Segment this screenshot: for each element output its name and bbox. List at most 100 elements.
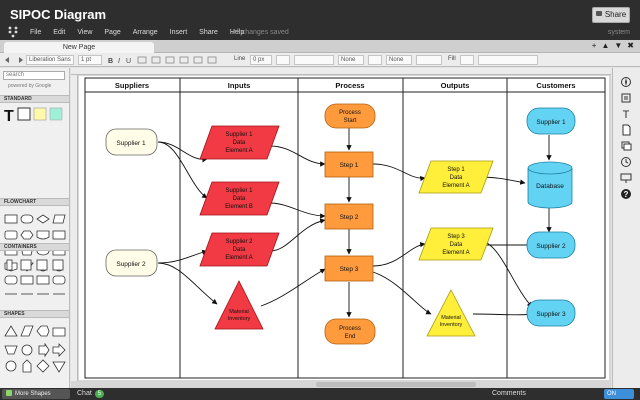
output-1-shape[interactable]: Step 1 Data Element A <box>418 160 494 194</box>
text-format-buttons[interactable]: B I U <box>106 56 226 64</box>
top-bar: SIPOC Diagram Share File Edit View Page … <box>0 0 640 40</box>
line-arrow-select[interactable] <box>368 55 382 65</box>
output-2-shape[interactable]: Step 3 Data Element A <box>418 227 494 261</box>
input-1-line-1: Supplier 1 <box>225 132 253 138</box>
share-label: Share <box>604 10 627 19</box>
output-3-line-2: Inventory <box>440 322 463 328</box>
supplier-2-shape[interactable]: Supplier 2 <box>105 249 158 277</box>
input-2-line-2: Data <box>233 196 246 202</box>
input-1-line-2: Data <box>233 140 246 146</box>
shape-search-input[interactable]: search <box>3 71 65 80</box>
text-icon[interactable]: T <box>619 108 633 120</box>
format-toolbar: Liberation Sans 1 pt B I U Line 0 px Non… <box>0 53 640 67</box>
fill-color-swatch[interactable] <box>460 55 474 65</box>
customer-2-label: Supplier 2 <box>536 243 566 250</box>
line-color-swatch[interactable] <box>276 55 290 65</box>
customer-1-shape[interactable]: Supplier 1 <box>526 107 576 135</box>
header-inputs: Inputs <box>228 81 251 90</box>
process-start-shape[interactable]: Process Start <box>324 103 376 129</box>
undo-redo-icons[interactable] <box>4 56 24 64</box>
menu-bar: File Edit View Page Arrange Insert Share… <box>0 26 640 40</box>
process-start-line-2: Start <box>344 118 357 124</box>
menu-edit[interactable]: Edit <box>53 29 65 36</box>
customer-3-shape[interactable]: Supplier 3 <box>526 299 576 327</box>
help-icon[interactable]: ? <box>619 188 633 200</box>
tab-down-icon[interactable]: ▼ <box>614 41 622 50</box>
input-3-line-1: Supplier 2 <box>225 239 253 245</box>
supplier-2-label: Supplier 2 <box>116 261 146 268</box>
history-icon[interactable] <box>619 156 633 168</box>
output-2-line-3: Element A <box>442 250 469 256</box>
menu-insert[interactable]: Insert <box>170 29 188 36</box>
share-button[interactable]: Share <box>592 7 630 23</box>
chat-button[interactable]: Chat 5 <box>77 389 105 399</box>
logo-icon[interactable] <box>8 26 18 38</box>
layers-icon[interactable] <box>619 140 633 152</box>
process-end-shape[interactable]: Process End <box>324 318 376 345</box>
comments-toggle[interactable]: ON <box>604 389 634 399</box>
top-ruler <box>71 68 611 75</box>
user-name[interactable]: system <box>608 29 630 36</box>
page-icon[interactable] <box>619 124 633 136</box>
input-3-shape[interactable]: Supplier 2 Data Element A <box>199 232 280 267</box>
menu-file[interactable]: File <box>30 29 41 36</box>
font-size-select[interactable]: 1 pt <box>78 55 102 65</box>
add-page-button[interactable]: + <box>592 41 597 50</box>
format-icon[interactable] <box>619 92 633 104</box>
more-shapes-button[interactable]: More Shapes <box>2 389 70 399</box>
step-1-shape[interactable]: Step 1 <box>324 151 374 178</box>
right-tool-strip: T ? <box>612 68 640 388</box>
menu-view[interactable]: View <box>77 29 92 36</box>
database-label: Database <box>536 183 564 190</box>
compass-icon[interactable] <box>619 76 633 88</box>
customer-2-shape[interactable]: Supplier 2 <box>526 231 576 259</box>
input-2-shape[interactable]: Supplier 1 Data Element B <box>199 181 280 216</box>
header-customers: Customers <box>536 81 575 90</box>
line-style-select[interactable] <box>294 55 334 65</box>
line-width-select[interactable]: 0 px <box>250 55 272 65</box>
close-tab-icon[interactable]: ✖ <box>627 41 634 50</box>
standard-shapes[interactable]: T <box>3 106 67 124</box>
document-title[interactable]: SIPOC Diagram <box>10 7 106 22</box>
step-3-shape[interactable]: Step 3 <box>324 255 374 282</box>
fill-style-select[interactable] <box>478 55 538 65</box>
section-standard[interactable]: STANDARD <box>0 95 69 103</box>
svg-text:T: T <box>4 108 14 124</box>
horizontal-scrollbar[interactable] <box>316 382 476 387</box>
font-family-select[interactable]: Liberation Sans <box>26 55 74 65</box>
supplier-1-shape[interactable]: Supplier 1 <box>105 128 158 156</box>
input-1-shape[interactable]: Supplier 1 Data Element A <box>199 125 280 160</box>
line-end-select[interactable]: None <box>386 55 412 65</box>
svg-text:T: T <box>623 109 630 120</box>
section-containers[interactable]: CONTAINERS <box>0 243 69 251</box>
line-type-select[interactable] <box>416 55 442 65</box>
input-4-shape[interactable]: Material Inventory <box>214 280 264 330</box>
line-start-select[interactable]: None <box>338 55 364 65</box>
output-2-line-2: Data <box>450 242 463 248</box>
database-shape[interactable]: Database <box>527 161 573 209</box>
output-3-shape[interactable]: Material Inventory <box>426 289 476 337</box>
step-2-shape[interactable]: Step 2 <box>324 203 374 230</box>
tab-up-icon[interactable]: ▲ <box>601 41 609 50</box>
input-3-line-3: Element A <box>225 255 252 261</box>
input-4-line-2: Inventory <box>228 316 251 322</box>
more-shapes-label: More Shapes <box>15 391 51 397</box>
menu-share[interactable]: Share <box>199 29 218 36</box>
section-flowchart[interactable]: FLOWCHART <box>0 198 69 206</box>
step-1-label: Step 1 <box>340 162 359 169</box>
input-1-line-3: Element A <box>225 148 252 154</box>
menu-page[interactable]: Page <box>104 29 120 36</box>
present-icon[interactable] <box>619 172 633 184</box>
fill-label: Fill <box>448 56 456 62</box>
chat-count-badge: 5 <box>94 390 105 398</box>
comments-button[interactable]: Comments <box>492 389 526 399</box>
section-shapes[interactable]: SHAPES <box>0 310 69 318</box>
header-suppliers: Suppliers <box>115 81 149 90</box>
diagram-page[interactable]: Suppliers Inputs Process Outputs Custome… <box>79 76 609 380</box>
tab-new-page[interactable]: New Page <box>4 42 154 53</box>
basic-shapes[interactable] <box>3 324 67 388</box>
menu-arrange[interactable]: Arrange <box>133 29 158 36</box>
header-outputs: Outputs <box>441 81 470 90</box>
process-end-line-1: Process <box>339 326 361 332</box>
sipoc-diagram[interactable]: Suppliers Inputs Process Outputs Custome… <box>79 76 609 380</box>
